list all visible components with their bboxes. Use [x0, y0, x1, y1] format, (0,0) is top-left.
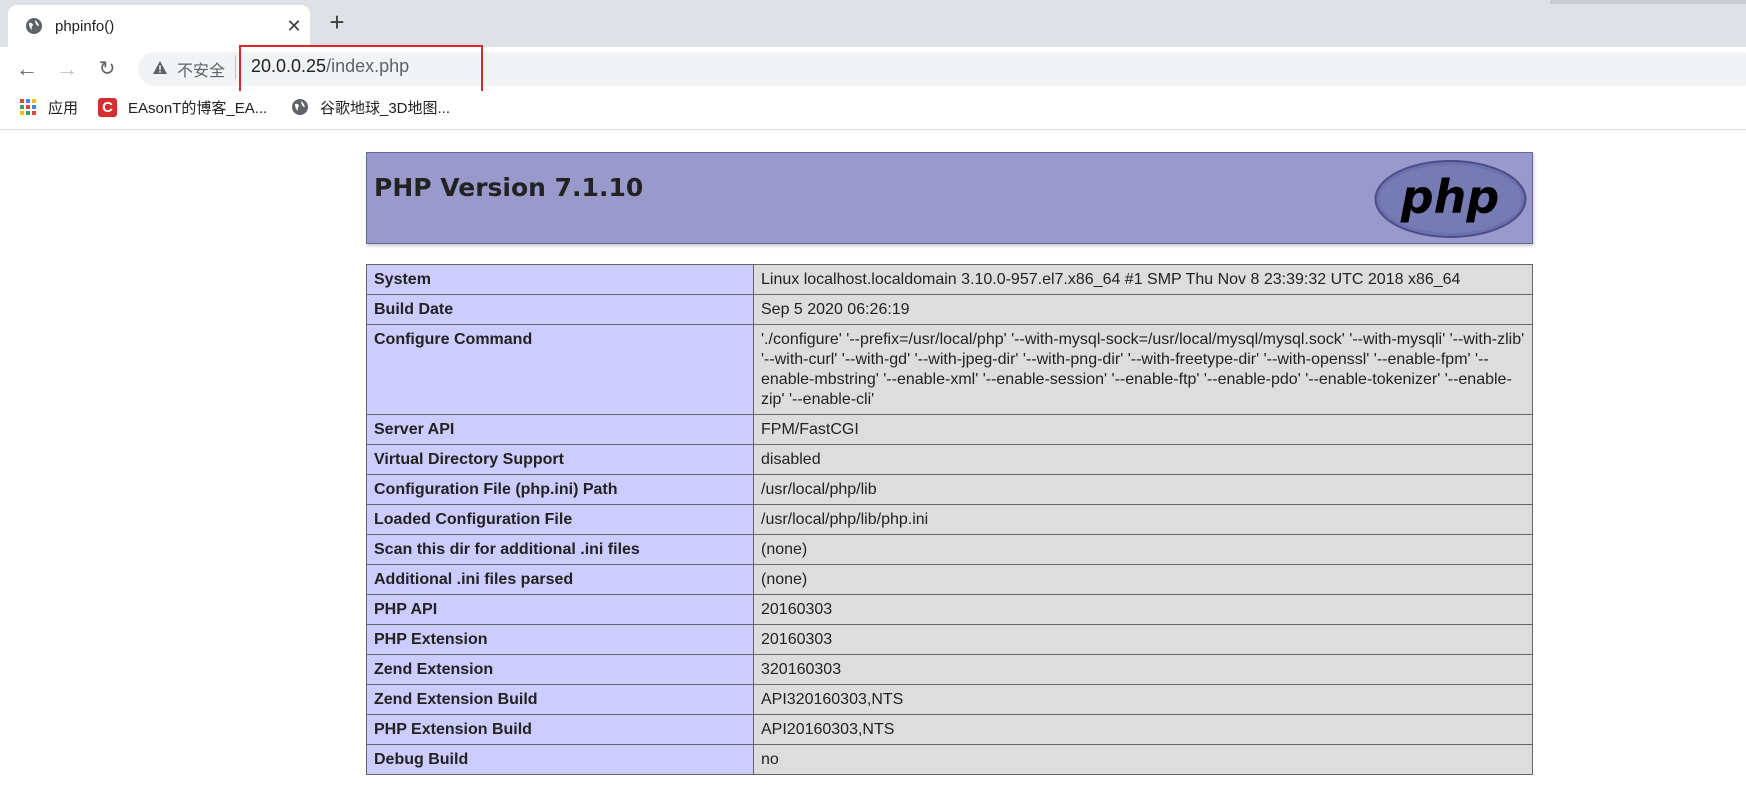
- warning-triangle-icon[interactable]: [152, 60, 168, 76]
- table-row: PHP API 20160303: [366, 594, 1533, 625]
- forward-arrow-icon[interactable]: →: [55, 57, 79, 81]
- row-label: Loaded Configuration File: [366, 504, 754, 535]
- tab-bar: phpinfo() ✕ +: [0, 0, 1746, 47]
- url-highlight-box: [239, 45, 483, 96]
- table-row: Build Date Sep 5 2020 06:26:19: [366, 294, 1533, 325]
- table-row: Scan this dir for additional .ini files(…: [366, 534, 1533, 565]
- globe-icon: [26, 18, 42, 34]
- table-row: Configuration File (php.ini) Path/usr/lo…: [366, 474, 1533, 505]
- row-label: System: [366, 264, 754, 295]
- row-label: Server API: [366, 414, 754, 445]
- row-label: Virtual Directory Support: [366, 444, 754, 475]
- row-value: /usr/local/php/lib: [753, 474, 1533, 505]
- row-label: Zend Extension: [366, 654, 754, 685]
- row-value: disabled: [753, 444, 1533, 475]
- row-value: Sep 5 2020 06:26:19: [753, 294, 1533, 325]
- row-value: 320160303: [753, 654, 1533, 685]
- reload-icon[interactable]: ↻: [95, 57, 119, 81]
- row-label: PHP Extension Build: [366, 714, 754, 745]
- bookmark-apps[interactable]: 应用: [48, 99, 78, 119]
- row-value: no: [753, 744, 1533, 775]
- table-row: PHP Extension Build API20160303,NTS: [366, 714, 1533, 745]
- table-row: Configure Command './configure' '--prefix…: [366, 324, 1533, 415]
- row-label: Zend Extension Build: [366, 684, 754, 715]
- table-row: Additional .ini files parsed (none): [366, 564, 1533, 595]
- row-label: PHP Extension: [366, 624, 754, 655]
- table-row: Zend Extension 320160303: [366, 654, 1533, 685]
- security-status-label[interactable]: 不安全: [177, 57, 225, 81]
- table-row: Server API FPM/FastCGI: [366, 414, 1533, 445]
- bookmarks-bar: 应用 C EAsonT的博客_EA... 谷歌地球_3D地图...: [0, 91, 1746, 130]
- row-value: 20160303: [753, 624, 1533, 655]
- table-row: Debug Build no: [366, 744, 1533, 775]
- row-value: API320160303,NTS: [753, 684, 1533, 715]
- row-value: Linux localhost.localdomain 3.10.0-957.e…: [753, 264, 1533, 295]
- window-controls-strip: [1550, 0, 1746, 4]
- row-value: API20160303,NTS: [753, 714, 1533, 745]
- php-version-header: PHP Version 7.1.10 php: [366, 152, 1533, 244]
- new-tab-plus-icon[interactable]: +: [325, 9, 349, 35]
- table-row: Zend Extension Build API320160303,NTS: [366, 684, 1533, 715]
- php-logo-text: php: [1400, 170, 1500, 224]
- tab-title: phpinfo(): [55, 18, 115, 35]
- table-row: Virtual Directory Support disabled: [366, 444, 1533, 475]
- row-label: Configure Command: [366, 324, 754, 415]
- row-value: './configure' '--prefix=/usr/local/php' …: [753, 324, 1533, 415]
- row-label: Scan this dir for additional .ini files: [366, 534, 754, 565]
- close-icon[interactable]: ✕: [285, 17, 303, 35]
- row-label: Configuration File (php.ini) Path: [366, 474, 754, 505]
- csdn-logo-icon[interactable]: C: [98, 98, 117, 117]
- omnibox-divider: [235, 55, 236, 79]
- row-value: (none): [753, 564, 1533, 595]
- row-label: Build Date: [366, 294, 754, 325]
- globe-icon[interactable]: [291, 98, 309, 116]
- info-table: System Linux localhost.localdomain 3.10.0…: [366, 264, 1533, 775]
- browser-tab[interactable]: phpinfo() ✕: [8, 5, 310, 47]
- page-title: PHP Version 7.1.10: [374, 173, 644, 202]
- row-value: 20160303: [753, 594, 1533, 625]
- row-value: /usr/local/php/lib/php.ini: [753, 504, 1533, 535]
- php-logo[interactable]: php: [1374, 159, 1527, 239]
- page-content: PHP Version 7.1.10 php System Linux local…: [0, 130, 1746, 796]
- bookmark-google-earth[interactable]: 谷歌地球_3D地图...: [320, 99, 450, 119]
- row-label: PHP API: [366, 594, 754, 625]
- row-value: FPM/FastCGI: [753, 414, 1533, 445]
- row-label: Debug Build: [366, 744, 754, 775]
- back-arrow-icon[interactable]: ←: [15, 57, 39, 81]
- table-row: PHP Extension 20160303: [366, 624, 1533, 655]
- table-row: Loaded Configuration File/usr/local/php/…: [366, 504, 1533, 535]
- table-row: System Linux localhost.localdomain 3.10.0…: [366, 264, 1533, 295]
- apps-grid-icon[interactable]: [19, 98, 37, 116]
- row-label: Additional .ini files parsed: [366, 564, 754, 595]
- bookmark-blog[interactable]: EAsonT的博客_EA...: [128, 99, 267, 119]
- row-value: (none): [753, 534, 1533, 565]
